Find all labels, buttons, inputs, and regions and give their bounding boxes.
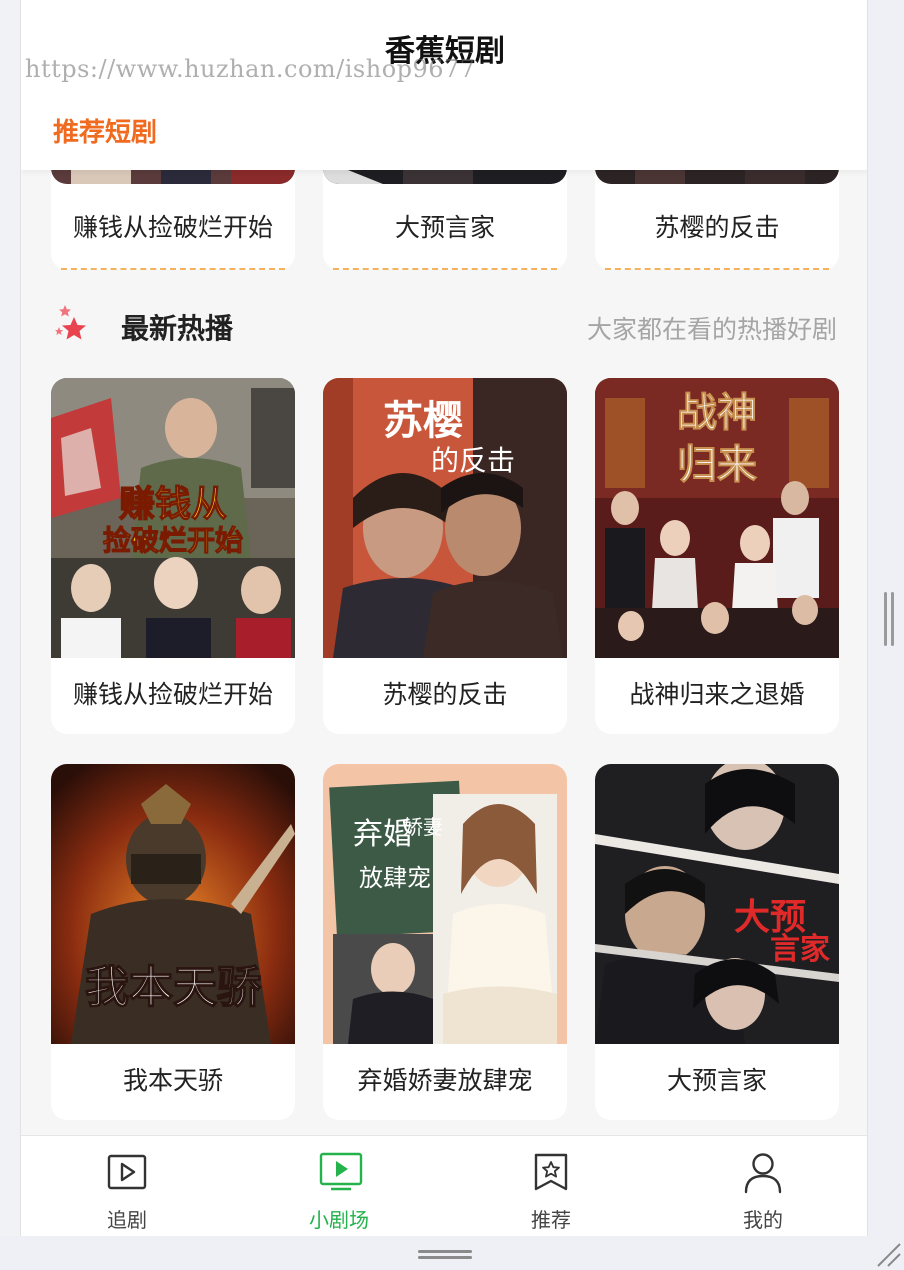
tv-play-icon xyxy=(319,1152,363,1191)
drama-title: 赚钱从捡破烂开始 xyxy=(72,213,273,242)
drama-title: 赚钱从捡破烂开始 xyxy=(72,680,273,709)
svg-text:我本天骄: 我本天骄 xyxy=(85,962,262,1013)
svg-text:的反击: 的反击 xyxy=(431,444,515,477)
app-screen: 赚钱从捡破烂开始 大预言家 苏樱的反击 香蕉短剧 https://www.huz… xyxy=(20,0,868,1236)
drama-card[interactable]: 弃婚 娇妻 放肆宠 弃婚娇妻放肆宠 xyxy=(323,764,567,1120)
hot-stars-icon xyxy=(55,305,89,345)
svg-text:捡破烂开始: 捡破烂开始 xyxy=(103,524,243,557)
drama-title: 大预言家 xyxy=(666,1066,767,1095)
svg-text:娇妻: 娇妻 xyxy=(403,815,443,839)
watermark-text: https://www.huzhan.com/ishop9677 xyxy=(25,55,476,83)
play-square-icon xyxy=(107,1154,147,1190)
poster-image: 我本天骄 xyxy=(51,764,295,1044)
svg-text:战神: 战神 xyxy=(677,389,757,436)
poster-image: 大预 言家 xyxy=(595,764,839,1044)
resize-grip-icon[interactable] xyxy=(874,1240,902,1268)
poster-image: 战神 归来 xyxy=(595,378,839,658)
drama-title: 我本天骄 xyxy=(122,1066,223,1095)
drama-title: 战神归来之退婚 xyxy=(629,680,805,709)
nav-item-recommend[interactable]: 推荐 xyxy=(471,1136,631,1236)
dashed-divider xyxy=(605,268,829,270)
svg-text:苏樱: 苏樱 xyxy=(383,397,463,444)
nav-label: 小剧场 xyxy=(309,1208,369,1232)
side-drag-handle[interactable] xyxy=(884,592,896,646)
drama-card[interactable]: 我本天骄 我本天骄 xyxy=(51,764,295,1120)
poster-image: 苏樱 的反击 xyxy=(323,378,567,658)
nav-item-following[interactable]: 追剧 xyxy=(47,1136,207,1236)
nav-item-profile[interactable]: 我的 xyxy=(683,1136,843,1236)
home-indicator[interactable] xyxy=(418,1250,472,1260)
nav-label: 推荐 xyxy=(531,1208,571,1232)
svg-text:归来: 归来 xyxy=(677,441,757,488)
drama-card[interactable]: 大预 言家 大预言家 xyxy=(595,764,839,1120)
nav-label: 追剧 xyxy=(107,1208,147,1232)
svg-text:赚钱从: 赚钱从 xyxy=(119,483,227,525)
top-header: 香蕉短剧 https://www.huzhan.com/ishop9677 推荐… xyxy=(21,0,867,170)
nav-item-theater[interactable]: 小剧场 xyxy=(259,1136,419,1236)
drama-title: 大预言家 xyxy=(394,213,495,242)
drama-title: 弃婚娇妻放肆宠 xyxy=(357,1066,533,1095)
bottom-navigation: 追剧 小剧场 推荐 我的 xyxy=(21,1135,867,1236)
poster-image: 赚钱从 捡破烂开始 xyxy=(51,378,295,658)
svg-text:放肆宠: 放肆宠 xyxy=(359,864,431,892)
section-subtitle: 大家都在看的热播好剧 xyxy=(586,315,837,344)
user-icon xyxy=(744,1153,782,1194)
tab-recommended[interactable]: 推荐短剧 xyxy=(53,112,157,149)
drama-card[interactable]: 战神 归来 战神归来之退婚 xyxy=(595,378,839,734)
dashed-divider xyxy=(333,268,557,270)
star-bookmark-icon xyxy=(534,1153,568,1191)
svg-text:言家: 言家 xyxy=(770,932,830,967)
drama-title: 苏樱的反击 xyxy=(654,213,780,242)
drama-card[interactable]: 赚钱从 捡破烂开始 赚钱从捡破烂开始 xyxy=(51,378,295,734)
nav-label: 我的 xyxy=(743,1208,783,1232)
drama-card[interactable]: 苏樱 的反击 苏樱的反击 xyxy=(323,378,567,734)
section-title: 最新热播 xyxy=(121,312,234,345)
drama-title: 苏樱的反击 xyxy=(382,680,508,709)
poster-image: 弃婚 娇妻 放肆宠 xyxy=(323,764,567,1044)
dashed-divider xyxy=(61,268,285,270)
